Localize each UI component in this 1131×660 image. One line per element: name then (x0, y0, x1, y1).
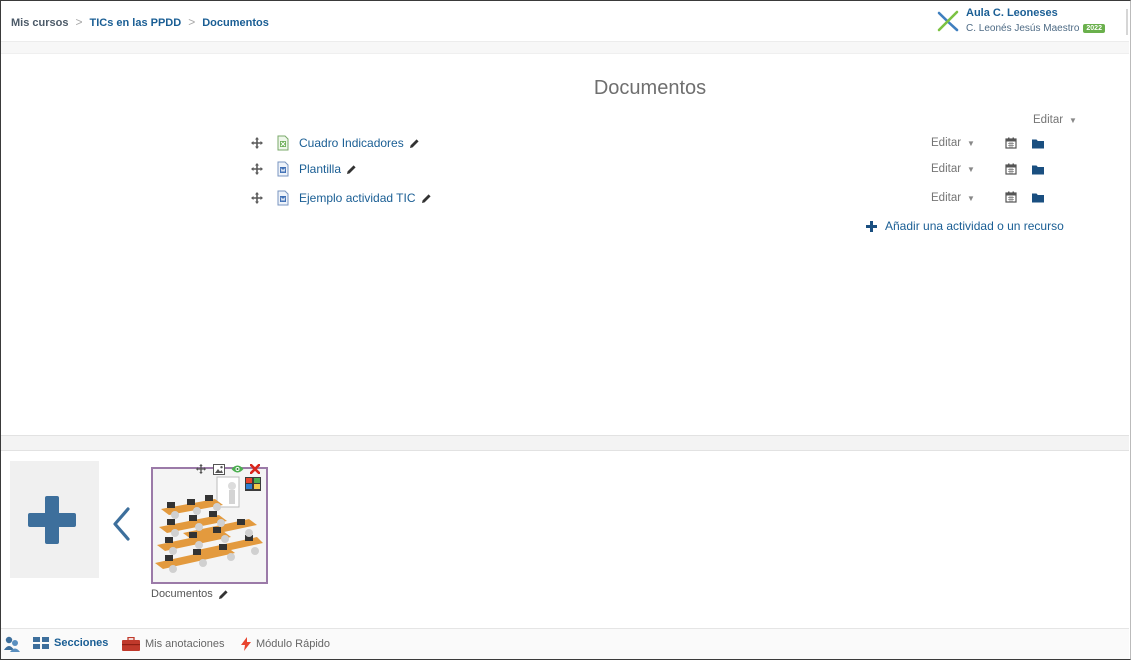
document-icon (277, 161, 289, 177)
calendar-icon[interactable] (1005, 137, 1017, 149)
footer-modulo-rapido-label: Módulo Rápido (256, 638, 330, 650)
pencil-icon[interactable] (346, 164, 357, 175)
pencil-icon[interactable] (421, 193, 432, 204)
plus-icon (866, 220, 877, 232)
caret-down-icon: ▼ (967, 193, 975, 203)
breadcrumb-section[interactable]: Documentos (202, 17, 269, 29)
brand-title[interactable]: Aula C. Leoneses (966, 7, 1058, 19)
add-section-button[interactable] (10, 461, 99, 578)
document-icon (277, 190, 289, 206)
user-name[interactable]: C. Leonés Jesús Maestro 2022 (966, 23, 1105, 34)
image-icon[interactable] (213, 463, 225, 475)
move-icon[interactable] (195, 463, 207, 475)
plus-icon (28, 496, 76, 544)
move-icon[interactable] (250, 162, 264, 176)
breadcrumb-mis-cursos[interactable]: Mis cursos (11, 17, 68, 29)
footer-secciones[interactable]: Secciones (33, 637, 108, 649)
section-edit-label: Editar (1033, 114, 1064, 126)
caret-down-icon: ▼ (967, 138, 975, 148)
user-name-label: C. Leonés Jesús Maestro (966, 23, 1080, 34)
activity-row: Cuadro Indicadores (250, 132, 420, 154)
thumbnail-toolbar (195, 463, 260, 475)
year-badge: 2022 (1083, 24, 1105, 33)
calendar-icon[interactable] (1005, 191, 1017, 203)
section-title: Documentos (593, 77, 707, 99)
spreadsheet-icon (277, 135, 289, 151)
section-divider (1, 435, 1129, 451)
header-strip (1, 42, 1129, 54)
activity-edit-label: Editar (931, 192, 962, 204)
folder-icon[interactable] (1032, 192, 1044, 203)
move-icon[interactable] (250, 191, 264, 205)
footer-modulo-rapido[interactable]: Módulo Rápido (241, 637, 330, 651)
footer-bar: Secciones Mis anotaciones Módulo Rápido (1, 628, 1129, 659)
footer-secciones-label: Secciones (54, 637, 109, 649)
footer-anotaciones[interactable]: Mis anotaciones (122, 637, 225, 651)
calendar-icon[interactable] (1005, 163, 1017, 175)
scroll-edge (1126, 9, 1128, 35)
caret-down-icon: ▼ (1069, 116, 1077, 125)
activity-row: Plantilla (250, 158, 357, 180)
activity-edit-menu[interactable]: Editar ▼ (931, 187, 975, 209)
classroom-image (153, 469, 266, 582)
move-icon[interactable] (250, 136, 264, 150)
activity-edit-label: Editar (931, 163, 962, 175)
activity-link[interactable]: Plantilla (299, 162, 341, 176)
breadcrumb-course[interactable]: TICs en las PPDD (89, 17, 181, 29)
activity-link[interactable]: Ejemplo actividad TIC (299, 191, 416, 205)
section-thumbnail[interactable] (151, 467, 268, 584)
activity-edit-menu[interactable]: Editar ▼ (931, 158, 975, 180)
activity-edit-menu[interactable]: Editar ▼ (931, 132, 975, 154)
breadcrumb: Mis cursos > TICs en las PPDD > Documentos (11, 15, 269, 29)
section-edit-menu[interactable]: Editar ▼ (1033, 114, 1077, 126)
folder-icon[interactable] (1032, 138, 1044, 149)
top-bar: Mis cursos > TICs en las PPDD > Documentos A… (1, 1, 1129, 42)
folder-icon[interactable] (1032, 164, 1044, 175)
eye-icon[interactable] (231, 464, 244, 474)
pencil-icon[interactable] (218, 589, 229, 600)
lightning-icon (241, 637, 251, 651)
users-icon[interactable] (4, 635, 20, 653)
pencil-icon[interactable] (409, 138, 420, 149)
chevron-left-icon[interactable] (110, 506, 132, 542)
footer-anotaciones-label: Mis anotaciones (145, 638, 225, 650)
thumbnail-caption-label: Documentos (151, 588, 213, 600)
delete-icon[interactable] (250, 464, 260, 474)
grid-icon (33, 637, 49, 649)
activity-row: Ejemplo actividad TIC (250, 187, 432, 209)
activity-edit-label: Editar (931, 137, 962, 149)
thumbnail-caption[interactable]: Documentos (151, 588, 229, 600)
breadcrumb-separator: > (75, 15, 83, 29)
breadcrumb-separator: > (188, 15, 196, 29)
add-activity-button[interactable]: Añadir una actividad o un recurso (866, 219, 1064, 233)
aula-logo-icon[interactable] (937, 10, 959, 32)
briefcase-icon (122, 637, 140, 651)
caret-down-icon: ▼ (967, 164, 975, 174)
add-activity-label: Añadir una actividad o un recurso (885, 219, 1064, 233)
activity-link[interactable]: Cuadro Indicadores (299, 136, 404, 150)
